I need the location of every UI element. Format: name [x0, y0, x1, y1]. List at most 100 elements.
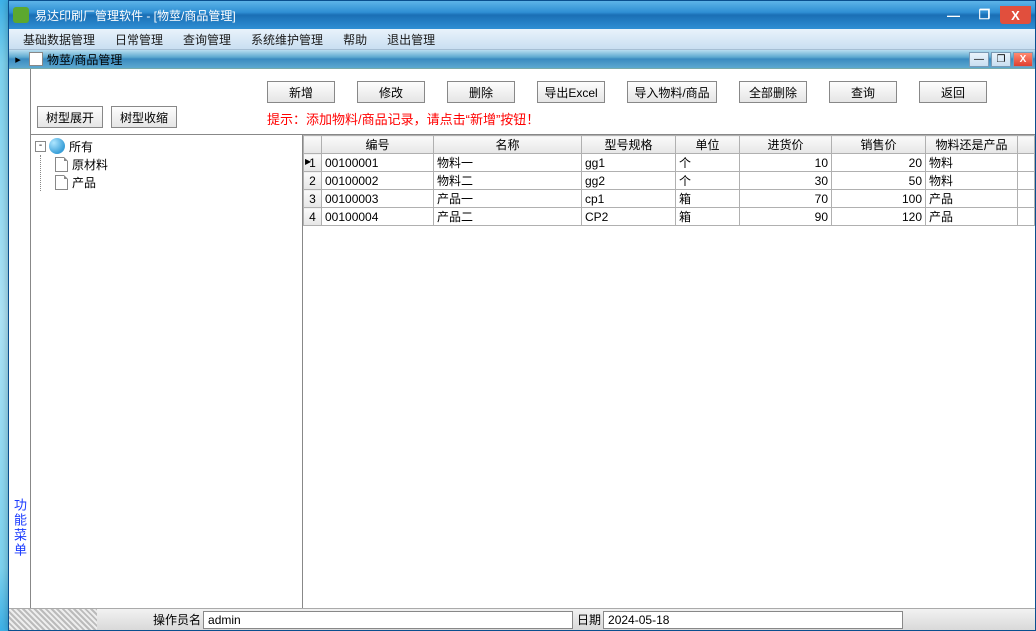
- mdi-restore-button[interactable]: ❐: [991, 52, 1011, 67]
- col-spec[interactable]: 型号规格: [582, 136, 676, 154]
- cell-unit[interactable]: 箱: [676, 190, 740, 208]
- tree-root[interactable]: - 所有: [35, 137, 298, 155]
- table-row[interactable]: 100100001物料一gg1个1020物料: [304, 154, 1035, 172]
- mdi-minimize-button[interactable]: —: [969, 52, 989, 67]
- menubar: 基础数据管理 日常管理 查询管理 系统维护管理 帮助 退出管理: [9, 29, 1035, 50]
- export-excel-button[interactable]: 导出Excel: [537, 81, 605, 103]
- cell-spec[interactable]: cp1: [582, 190, 676, 208]
- cell-sell[interactable]: 20: [832, 154, 926, 172]
- row-header[interactable]: 2: [304, 172, 322, 190]
- edit-button[interactable]: 修改: [357, 81, 425, 103]
- titlebar: 易达印刷厂管理软件 - [物莖/商品管理] — ❐ X: [9, 1, 1035, 29]
- statusbar-grip: [9, 609, 97, 630]
- cell-sell[interactable]: 100: [832, 190, 926, 208]
- row-header[interactable]: 3: [304, 190, 322, 208]
- cell-extra: [1018, 190, 1035, 208]
- left-strip: 功能菜单: [9, 69, 31, 608]
- globe-icon: [49, 138, 65, 154]
- expand-tree-button[interactable]: 树型展开: [37, 106, 103, 128]
- cell-unit[interactable]: 个: [676, 172, 740, 190]
- left-strip-label[interactable]: 功能菜单: [10, 498, 29, 558]
- cell-unit[interactable]: 箱: [676, 208, 740, 226]
- menu-exit[interactable]: 退出管理: [379, 29, 443, 50]
- tree-item-raw-material[interactable]: 原材料: [55, 155, 298, 173]
- cell-code[interactable]: 00100002: [322, 172, 434, 190]
- operator-label: 操作员名: [153, 611, 201, 628]
- cell-kind[interactable]: 产品: [926, 190, 1018, 208]
- row-header[interactable]: 4: [304, 208, 322, 226]
- row-header[interactable]: 1: [304, 154, 322, 172]
- cell-sell[interactable]: 50: [832, 172, 926, 190]
- cell-code[interactable]: 00100001: [322, 154, 434, 172]
- cell-name[interactable]: 物料二: [434, 172, 582, 190]
- cell-extra: [1018, 172, 1035, 190]
- cell-unit[interactable]: 个: [676, 154, 740, 172]
- tree-item-product[interactable]: 产品: [55, 173, 298, 191]
- file-icon: [55, 157, 68, 172]
- document-icon: [29, 52, 43, 66]
- cell-buy[interactable]: 10: [740, 154, 832, 172]
- data-grid[interactable]: 编号 名称 型号规格 单位 进货价 销售价 物料还是产品 100100001物料…: [303, 135, 1035, 608]
- query-button[interactable]: 查询: [829, 81, 897, 103]
- cell-name[interactable]: 物料一: [434, 154, 582, 172]
- mdi-close-button[interactable]: X: [1013, 52, 1033, 67]
- table-row[interactable]: 300100003产品一cp1箱70100产品: [304, 190, 1035, 208]
- new-button[interactable]: 新增: [267, 81, 335, 103]
- operator-field: admin: [203, 611, 573, 629]
- cell-kind[interactable]: 物料: [926, 172, 1018, 190]
- col-unit[interactable]: 单位: [676, 136, 740, 154]
- file-icon: [55, 175, 68, 190]
- menu-daily[interactable]: 日常管理: [107, 29, 171, 50]
- menu-system-maint[interactable]: 系统维护管理: [243, 29, 331, 50]
- grid-header-row: 编号 名称 型号规格 单位 进货价 销售价 物料还是产品: [304, 136, 1035, 154]
- cell-kind[interactable]: 物料: [926, 154, 1018, 172]
- collapse-tree-button[interactable]: 树型收缩: [111, 106, 177, 128]
- menu-query[interactable]: 查询管理: [175, 29, 239, 50]
- cell-spec[interactable]: gg2: [582, 172, 676, 190]
- menu-help[interactable]: 帮助: [335, 29, 375, 50]
- cell-sell[interactable]: 120: [832, 208, 926, 226]
- cell-buy[interactable]: 90: [740, 208, 832, 226]
- delete-all-button[interactable]: 全部删除: [739, 81, 807, 103]
- mdi-child-title: 物莖/商品管理: [47, 51, 969, 68]
- cell-code[interactable]: 00100003: [322, 190, 434, 208]
- tree-item-label[interactable]: 产品: [72, 174, 96, 191]
- col-name[interactable]: 名称: [434, 136, 582, 154]
- statusbar: 操作员名 admin 日期 2024-05-18: [9, 608, 1035, 630]
- collapse-icon[interactable]: -: [35, 141, 46, 152]
- menu-basic-data[interactable]: 基础数据管理: [15, 29, 103, 50]
- delete-button[interactable]: 删除: [447, 81, 515, 103]
- cell-buy[interactable]: 30: [740, 172, 832, 190]
- cell-buy[interactable]: 70: [740, 190, 832, 208]
- tree-root-label[interactable]: 所有: [69, 138, 93, 155]
- import-button[interactable]: 导入物料/商品: [627, 81, 717, 103]
- cell-extra: [1018, 208, 1035, 226]
- cell-kind[interactable]: 产品: [926, 208, 1018, 226]
- back-button[interactable]: 返回: [919, 81, 987, 103]
- date-label: 日期: [577, 611, 601, 628]
- col-extra: [1018, 136, 1035, 154]
- cell-name[interactable]: 产品二: [434, 208, 582, 226]
- col-buy[interactable]: 进货价: [740, 136, 832, 154]
- cell-spec[interactable]: CP2: [582, 208, 676, 226]
- toolbar: 树型展开 树型收缩 新增 修改 删除 导出Excel 导入物料/商品 全部删除 …: [31, 69, 1035, 135]
- maximize-button[interactable]: ❐: [969, 6, 1000, 24]
- cell-name[interactable]: 产品一: [434, 190, 582, 208]
- table-row[interactable]: 200100002物料二gg2个3050物料: [304, 172, 1035, 190]
- tree-view[interactable]: - 所有 原材料 产品: [31, 135, 303, 608]
- date-field: 2024-05-18: [603, 611, 903, 629]
- tree-item-label[interactable]: 原材料: [72, 156, 108, 173]
- mdi-dropdown-icon[interactable]: ▸: [11, 51, 25, 67]
- col-sell[interactable]: 销售价: [832, 136, 926, 154]
- table-row[interactable]: 400100004产品二CP2箱90120产品: [304, 208, 1035, 226]
- close-button[interactable]: X: [1000, 6, 1031, 24]
- cell-spec[interactable]: gg1: [582, 154, 676, 172]
- main-pane: 树型展开 树型收缩 新增 修改 删除 导出Excel 导入物料/商品 全部删除 …: [31, 69, 1035, 608]
- cell-extra: [1018, 154, 1035, 172]
- col-kind[interactable]: 物料还是产品: [926, 136, 1018, 154]
- hint-text: 提示：添加物料/商品记录，请点击“新增”按钮！: [267, 109, 539, 128]
- cell-code[interactable]: 00100004: [322, 208, 434, 226]
- mdi-child-titlebar: ▸ 物莖/商品管理 — ❐ X: [9, 50, 1035, 69]
- minimize-button[interactable]: —: [938, 6, 969, 24]
- col-code[interactable]: 编号: [322, 136, 434, 154]
